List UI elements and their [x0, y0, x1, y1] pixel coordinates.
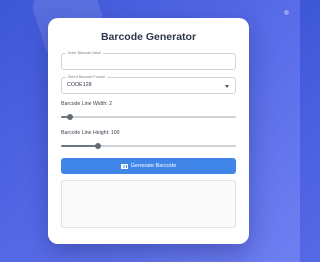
- barcode-format-value: CODE128: [67, 82, 92, 88]
- chevron-down-icon: [225, 85, 229, 88]
- page-title: Barcode Generator: [100, 31, 197, 43]
- line-width-label: Barcode Line Width: 2: [61, 101, 113, 107]
- line-height-thumb[interactable]: [94, 143, 101, 149]
- barcode-value-legend: Enter Barcode Value: [66, 49, 103, 57]
- barcode-format-legend: Select Barcode Format: [66, 73, 107, 81]
- generator-card: Barcode Generator Enter Barcode Value Se…: [48, 18, 249, 244]
- barcode-value-field[interactable]: Enter Barcode Value: [61, 49, 236, 70]
- barcode-icon: [120, 163, 128, 169]
- line-height-slider[interactable]: [61, 143, 236, 149]
- line-height-fill: [61, 145, 98, 147]
- barcode-output-area: [61, 180, 236, 228]
- background-dot: [284, 10, 289, 15]
- barcode-format-select[interactable]: Select Barcode Format CODE128: [61, 73, 236, 94]
- line-width-thumb[interactable]: [67, 114, 74, 120]
- line-height-label: Barcode Line Height: 100: [61, 130, 120, 136]
- generate-barcode-label: Generate Barcode: [130, 163, 177, 169]
- line-width-track: [61, 116, 236, 118]
- line-width-slider[interactable]: [61, 114, 236, 120]
- barcode-value-input[interactable]: [66, 57, 226, 67]
- generate-barcode-button[interactable]: Generate Barcode: [61, 158, 236, 174]
